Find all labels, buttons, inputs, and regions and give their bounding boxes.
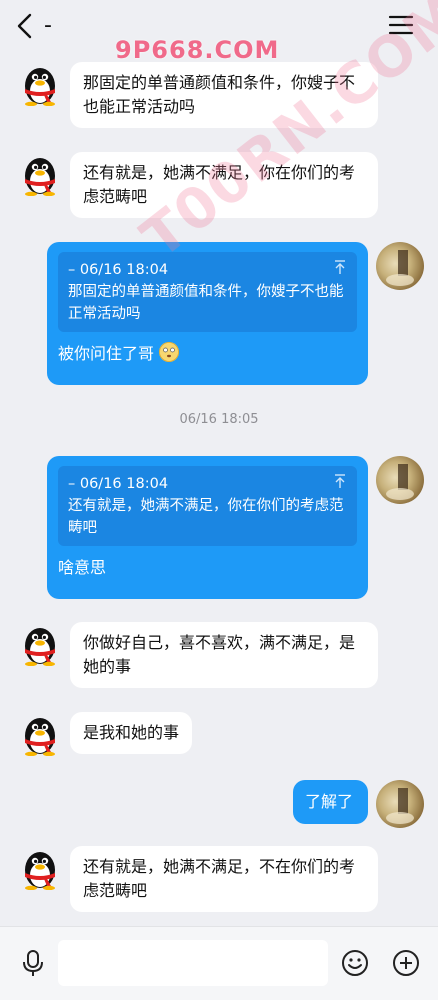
- message-bubble[interactable]: 你做好自己，喜不喜欢，满不满足，是她的事: [70, 622, 378, 688]
- quoted-message[interactable]: – 06/16 18:04 还有就是，她满不满足，你在你们的考虑范畴吧: [58, 466, 357, 546]
- watermark-logo: 9P668.COM: [115, 36, 280, 64]
- quote-text: 那固定的单普通颜值和条件，你嫂子不也能正常活动吗: [68, 284, 344, 322]
- emoji-icon[interactable]: [340, 948, 370, 978]
- chat-title: -: [44, 13, 52, 38]
- message-bubble[interactable]: 还有就是，她满不满足，不在你们的考虑范畴吧: [70, 846, 378, 912]
- scroll-top-icon[interactable]: [333, 259, 347, 275]
- message-bubble[interactable]: 是我和她的事: [70, 712, 193, 754]
- microphone-icon[interactable]: [18, 948, 48, 978]
- scroll-top-icon[interactable]: [333, 473, 347, 489]
- plus-icon[interactable]: [391, 948, 421, 978]
- qq-penguin-icon[interactable]: [18, 62, 62, 106]
- avatar[interactable]: [376, 780, 424, 828]
- avatar[interactable]: [376, 242, 424, 290]
- message-bubble-mine[interactable]: – 06/16 18:04 还有就是，她满不满足，你在你们的考虑范畴吧 啥意思: [47, 456, 368, 599]
- avatar-photo: [386, 788, 414, 824]
- back-arrow-icon[interactable]: [14, 12, 36, 40]
- avatar-photo: [386, 250, 414, 286]
- reply-text: 被你问住了哥: [58, 344, 155, 363]
- quote-text: 还有就是，她满不满足，你在你们的考虑范畴吧: [68, 498, 344, 536]
- quote-timestamp: – 06/16 18:04: [68, 262, 169, 278]
- reply-line: 被你问住了哥: [58, 342, 357, 366]
- message-input[interactable]: [58, 940, 328, 986]
- qq-penguin-icon[interactable]: [18, 846, 62, 890]
- message-bubble-mine[interactable]: – 06/16 18:04 那固定的单普通颜值和条件，你嫂子不也能正常活动吗 被…: [47, 242, 368, 385]
- reply-text: 啥意思: [58, 558, 107, 577]
- quote-timestamp: – 06/16 18:04: [68, 476, 169, 492]
- chat-timestamp: 06/16 18:05: [179, 412, 259, 427]
- dizzy-face-emoji-icon: [159, 342, 180, 362]
- qq-penguin-icon[interactable]: [18, 712, 62, 756]
- avatar[interactable]: [376, 456, 424, 504]
- avatar-photo: [386, 464, 414, 500]
- qq-penguin-icon[interactable]: [18, 622, 62, 666]
- qq-penguin-icon[interactable]: [18, 152, 62, 196]
- quoted-message[interactable]: – 06/16 18:04 那固定的单普通颜值和条件，你嫂子不也能正常活动吗: [58, 252, 357, 332]
- message-bubble-mine[interactable]: 了解了: [293, 780, 368, 824]
